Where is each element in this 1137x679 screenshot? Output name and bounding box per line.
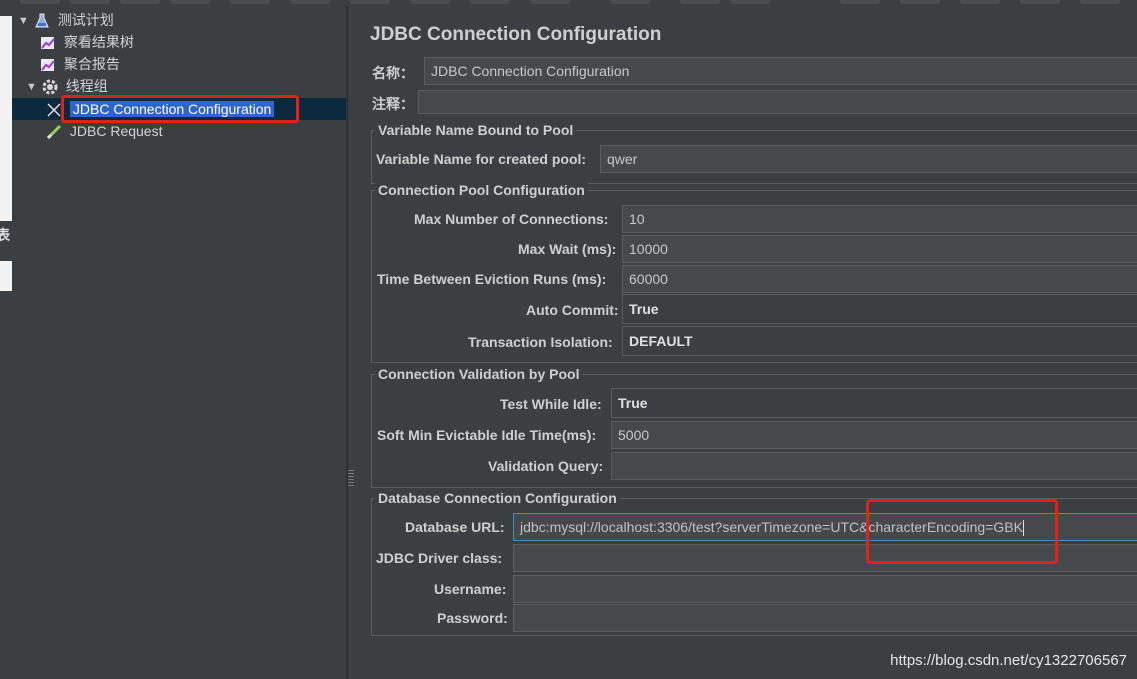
expand-arrow-icon[interactable]: ▼ bbox=[26, 76, 38, 98]
soft-min-idle-label: Soft Min Evictable Idle Time(ms): bbox=[377, 427, 597, 443]
transaction-isolation-select[interactable]: DEFAULT bbox=[622, 326, 1137, 356]
pool-variable-label: Variable Name for created pool: bbox=[376, 151, 587, 167]
listener-chart-icon bbox=[40, 57, 56, 73]
max-connections-input[interactable]: 10 bbox=[622, 205, 1137, 233]
password-label: Password: bbox=[437, 610, 508, 626]
soft-min-idle-input[interactable]: 5000 bbox=[611, 421, 1137, 449]
config-element-icon bbox=[46, 102, 62, 118]
username-input[interactable] bbox=[513, 575, 1137, 603]
tree-item-view-results-tree[interactable]: 察看结果树 bbox=[40, 31, 134, 53]
group-title-connection-pool: Connection Pool Configuration bbox=[375, 182, 588, 198]
max-connections-label: Max Number of Connections: bbox=[414, 211, 609, 227]
config-panel: JDBC Connection Configuration 名称： JDBC C… bbox=[356, 6, 1137, 679]
tree-item-aggregate-report[interactable]: 聚合报告 bbox=[40, 53, 120, 75]
tree-item-label: 线程组 bbox=[65, 78, 108, 94]
name-label: 名称： bbox=[372, 65, 414, 81]
toolbar-button[interactable] bbox=[680, 0, 720, 4]
jdbc-driver-class-label: JDBC Driver class: bbox=[376, 550, 503, 566]
tree-item-label: 测试计划 bbox=[57, 12, 114, 28]
transaction-isolation-label: Transaction Isolation: bbox=[468, 334, 613, 350]
splitter-grip-icon[interactable] bbox=[348, 470, 354, 488]
tree-item-label: JDBC Request bbox=[69, 123, 163, 139]
toolbar-button[interactable] bbox=[610, 0, 650, 4]
toolbar-button[interactable] bbox=[470, 0, 510, 4]
eviction-runs-input[interactable]: 60000 bbox=[622, 265, 1137, 293]
database-url-label: Database URL: bbox=[405, 519, 505, 535]
group-title-database-connection: Database Connection Configuration bbox=[375, 490, 620, 506]
toolbar-button[interactable] bbox=[20, 0, 60, 4]
expand-arrow-icon[interactable]: ▼ bbox=[18, 10, 30, 32]
toolbar-button[interactable] bbox=[70, 0, 110, 4]
highlight-box-selected-element bbox=[61, 95, 299, 123]
toolbar-button[interactable] bbox=[290, 0, 330, 4]
name-input[interactable]: JDBC Connection Configuration bbox=[424, 57, 1137, 85]
max-wait-input[interactable]: 10000 bbox=[622, 235, 1137, 263]
validation-query-input[interactable] bbox=[611, 452, 1137, 480]
test-while-idle-label: Test While Idle: bbox=[500, 396, 602, 412]
password-input[interactable] bbox=[513, 604, 1137, 632]
comment-input[interactable] bbox=[418, 90, 1137, 114]
comment-label: 注释： bbox=[372, 96, 414, 112]
toolbar-button[interactable] bbox=[350, 0, 390, 4]
tree-item-thread-group[interactable]: ▼ 线程组 bbox=[26, 75, 108, 97]
auto-commit-select[interactable]: True bbox=[622, 294, 1137, 324]
group-title-variable-name: Variable Name Bound to Pool bbox=[375, 122, 577, 138]
listener-chart-icon bbox=[40, 35, 56, 51]
toolbar-button[interactable] bbox=[1080, 0, 1120, 4]
eviction-runs-label: Time Between Eviction Runs (ms): bbox=[377, 271, 607, 287]
max-wait-label: Max Wait (ms): bbox=[518, 241, 617, 257]
toolbar-button[interactable] bbox=[120, 0, 160, 4]
sampler-pen-icon bbox=[46, 124, 62, 140]
toolbar-button[interactable] bbox=[410, 0, 450, 4]
highlight-box-url-suffix bbox=[866, 499, 1058, 564]
watermark-text: https://blog.csdn.net/cy1322706567 bbox=[890, 652, 1127, 669]
toolbar-button[interactable] bbox=[960, 0, 1000, 4]
toolbar-button[interactable] bbox=[900, 0, 940, 4]
background-window-strip: 表 bbox=[0, 6, 12, 679]
test-while-idle-select[interactable]: True bbox=[611, 388, 1137, 418]
toolbar-button[interactable] bbox=[170, 0, 210, 4]
tree-item-label: 聚合报告 bbox=[63, 56, 120, 72]
test-plan-icon bbox=[34, 13, 50, 29]
tree-item-test-plan[interactable]: ▼ 测试计划 bbox=[18, 9, 114, 31]
username-label: Username: bbox=[434, 581, 507, 597]
page-title: JDBC Connection Configuration bbox=[370, 24, 662, 45]
gear-icon bbox=[42, 79, 58, 95]
validation-query-label: Validation Query: bbox=[488, 458, 604, 474]
toolbar-button[interactable] bbox=[730, 0, 770, 4]
pool-variable-input[interactable]: qwer bbox=[600, 145, 1137, 173]
background-window-text: 表 bbox=[0, 227, 10, 243]
toolbar-button[interactable] bbox=[1020, 0, 1060, 4]
toolbar-button[interactable] bbox=[230, 0, 270, 4]
toolbar-button[interactable] bbox=[840, 0, 880, 4]
tree-item-label: 察看结果树 bbox=[63, 34, 134, 50]
toolbar-button[interactable] bbox=[530, 0, 570, 4]
panel-splitter[interactable] bbox=[347, 6, 356, 679]
tree-item-jdbc-request[interactable]: JDBC Request bbox=[46, 120, 162, 142]
group-title-connection-validation: Connection Validation by Pool bbox=[375, 366, 583, 382]
auto-commit-label: Auto Commit: bbox=[526, 302, 619, 318]
